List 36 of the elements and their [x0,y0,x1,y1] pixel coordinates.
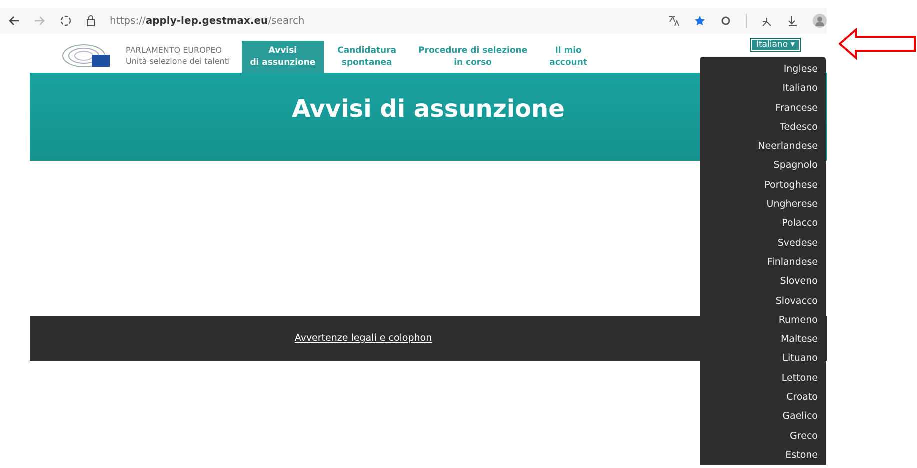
language-option[interactable]: Italiano [782,79,826,99]
language-dropdown-button[interactable]: Italiano ▾ [750,38,801,52]
avatar-icon[interactable] [813,14,827,28]
language-option[interactable]: Rumeno [778,310,826,330]
language-option[interactable]: Estone [786,446,826,466]
language-option[interactable]: Sloveno [780,272,826,292]
lock-icon[interactable] [86,15,96,27]
language-option[interactable]: Finlandese [767,252,826,272]
language-option[interactable]: Slovacco [776,292,826,311]
language-option[interactable]: Ungherese [766,195,826,214]
star-icon[interactable] [694,15,706,27]
language-option[interactable]: Lituano [782,349,826,369]
reload-icon[interactable] [60,15,72,27]
back-arrow-icon[interactable] [8,15,20,27]
language-option[interactable]: Greco [790,426,826,446]
language-option[interactable]: Croato [786,388,826,408]
language-option[interactable]: Polacco [782,214,826,234]
language-option[interactable]: Tedesco [780,118,826,138]
language-option[interactable]: Portoghese [764,176,826,196]
language-option[interactable]: Lettone [782,368,826,388]
legal-notice-link[interactable]: Avvertenze legali e colophon [294,333,432,344]
organization-unit: Unità selezione dei talenti [126,56,230,66]
language-option[interactable]: Gaelico [782,407,826,427]
address-bar-url[interactable]: https://apply-lep.gestmax.eu/search [110,16,305,26]
language-option[interactable]: Spagnolo [774,156,826,176]
language-option[interactable]: Francese [776,98,826,118]
download-icon[interactable] [787,15,799,27]
circle-icon[interactable] [720,15,732,27]
translate-icon[interactable] [668,15,680,27]
language-option[interactable]: Svedese [778,234,826,253]
language-option[interactable]: Maltese [780,330,826,350]
parliament-logo-icon[interactable] [62,42,112,68]
language-option[interactable]: Neerlandese [758,137,826,156]
organization-name: PARLAMENTO EUROPEO [126,44,224,56]
page-title: Avvisi di assunzione [292,95,565,123]
language-option[interactable]: Inglese [784,60,826,80]
